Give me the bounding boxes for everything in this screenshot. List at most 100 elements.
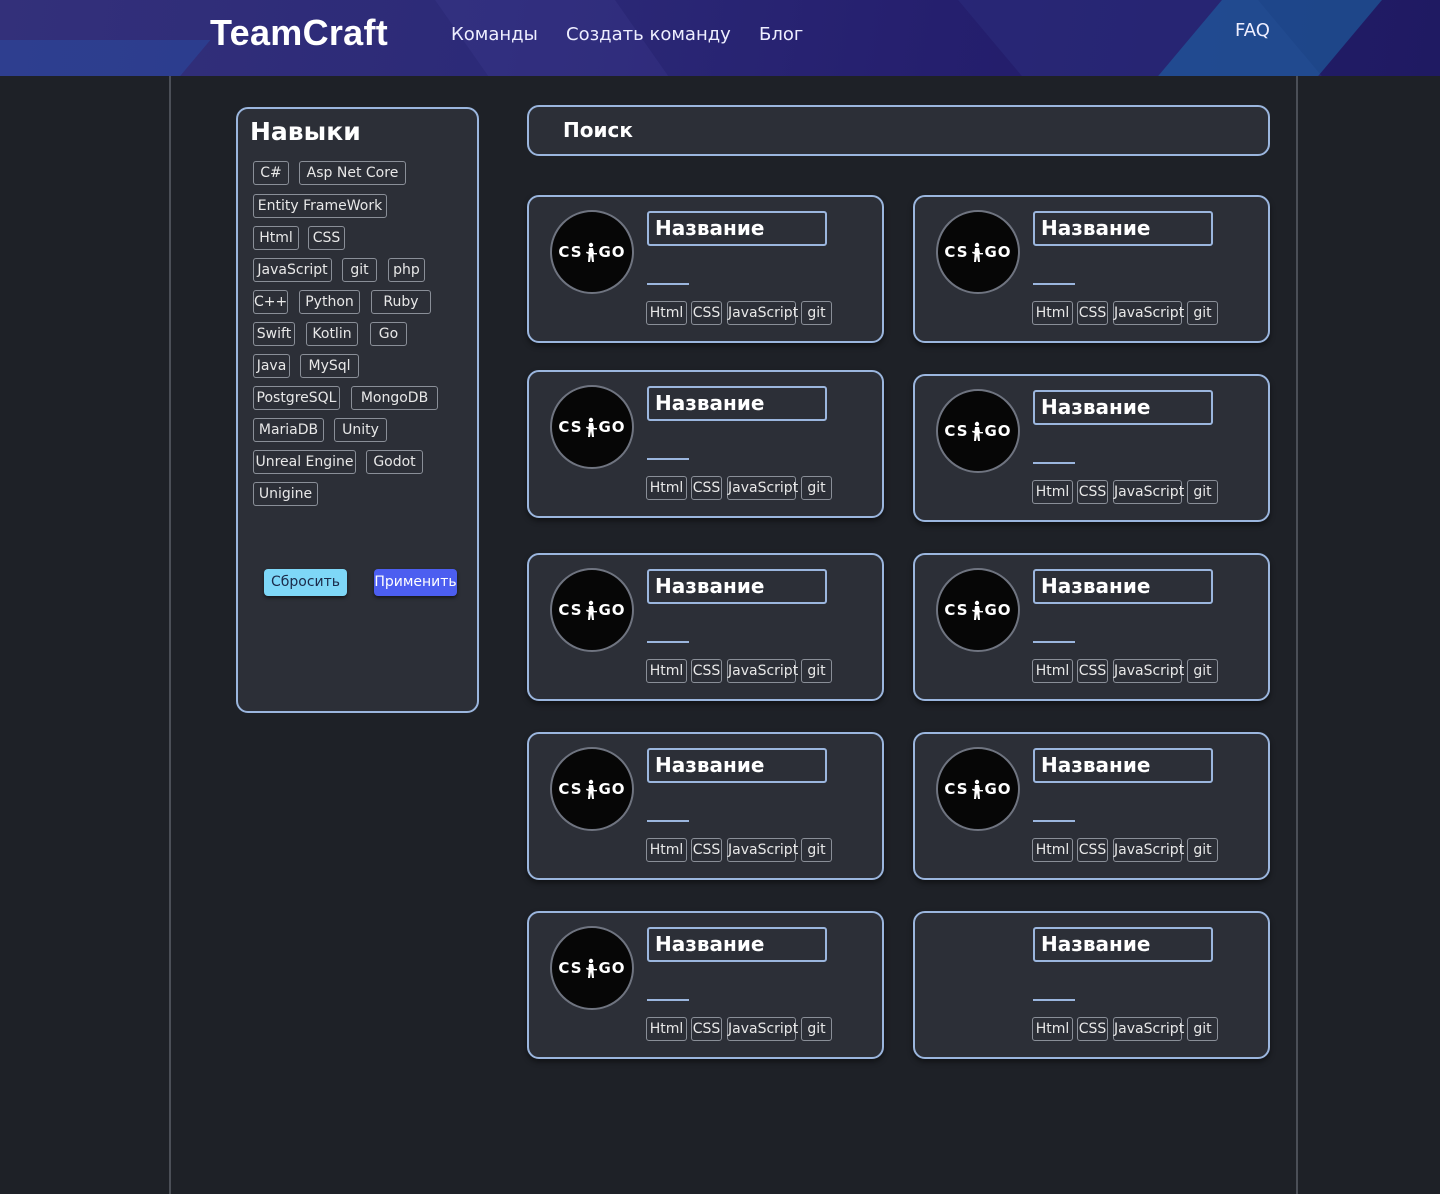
team-tag: git bbox=[801, 1017, 832, 1041]
skill-chip[interactable]: Godot bbox=[366, 450, 423, 474]
avatar-text-left: CS bbox=[558, 601, 583, 619]
nav-blog[interactable]: Блог bbox=[759, 24, 803, 45]
team-avatar: CS GO bbox=[936, 389, 1020, 473]
skill-chip[interactable]: php bbox=[388, 258, 425, 282]
team-tag: JavaScript bbox=[1113, 480, 1184, 504]
soldier-icon bbox=[583, 417, 599, 438]
avatar-text-left: CS bbox=[944, 422, 969, 440]
avatar-text-right: GO bbox=[598, 959, 626, 977]
team-tag: Html bbox=[646, 301, 687, 325]
divider bbox=[1033, 820, 1075, 822]
skill-chip[interactable]: Html bbox=[253, 226, 299, 250]
avatar-text-right: GO bbox=[598, 601, 626, 619]
apply-button[interactable]: Применить bbox=[374, 569, 457, 596]
team-tag: JavaScript bbox=[727, 1017, 798, 1041]
team-tag: JavaScript bbox=[727, 476, 798, 500]
team-tag: Html bbox=[1032, 659, 1073, 683]
skill-chip[interactable]: MariaDB bbox=[253, 418, 324, 442]
avatar-text-right: GO bbox=[598, 418, 626, 436]
team-tag: CSS bbox=[691, 838, 722, 862]
soldier-icon bbox=[969, 779, 985, 800]
avatar-text-right: GO bbox=[984, 601, 1012, 619]
skill-chip[interactable]: MongoDB bbox=[351, 386, 438, 410]
team-tag: Html bbox=[1032, 480, 1073, 504]
team-tag: git bbox=[1187, 838, 1218, 862]
team-name: Название bbox=[1033, 211, 1213, 246]
team-tag: Html bbox=[646, 838, 687, 862]
skill-chip[interactable]: JavaScript bbox=[253, 258, 332, 282]
soldier-icon bbox=[583, 600, 599, 621]
divider bbox=[647, 458, 689, 460]
nav-teams[interactable]: Команды bbox=[451, 24, 538, 45]
site-logo[interactable]: TeamCraft bbox=[210, 12, 388, 54]
team-card[interactable]: Название Html CSS JavaScript git bbox=[913, 911, 1270, 1059]
content-border-left bbox=[169, 76, 171, 1194]
avatar-text-right: GO bbox=[984, 243, 1012, 261]
skill-chip[interactable]: Entity FrameWork bbox=[253, 194, 387, 218]
skill-chip[interactable]: C++ bbox=[253, 290, 288, 314]
team-tag: JavaScript bbox=[727, 301, 798, 325]
divider bbox=[1033, 283, 1075, 285]
team-tag: git bbox=[801, 301, 832, 325]
team-card[interactable]: CS GO Название Html CSS JavaScript git bbox=[913, 553, 1270, 701]
team-tag: Html bbox=[646, 659, 687, 683]
team-tag: CSS bbox=[691, 301, 722, 325]
team-card[interactable]: CS GO Название Html CSS JavaScript git bbox=[527, 195, 884, 343]
team-tag: CSS bbox=[1077, 838, 1108, 862]
team-card[interactable]: CS GO Название Html CSS JavaScript git bbox=[527, 553, 884, 701]
team-tag: git bbox=[801, 838, 832, 862]
skill-chip[interactable]: CSS bbox=[308, 226, 345, 250]
divider bbox=[647, 820, 689, 822]
avatar-text-left: CS bbox=[558, 243, 583, 261]
team-tag: CSS bbox=[691, 1017, 722, 1041]
search-input[interactable]: Поиск bbox=[527, 105, 1270, 156]
avatar-text-left: CS bbox=[558, 418, 583, 436]
team-tag: CSS bbox=[1077, 301, 1108, 325]
skills-title: Навыки bbox=[250, 117, 361, 146]
skill-chip[interactable]: Unity bbox=[334, 418, 387, 442]
team-avatar: CS GO bbox=[550, 926, 634, 1010]
skill-chip[interactable]: Go bbox=[370, 322, 407, 346]
nav-faq[interactable]: FAQ bbox=[1235, 20, 1270, 41]
skill-chip[interactable]: Unreal Engine bbox=[253, 450, 356, 474]
skill-chip[interactable]: Unigine bbox=[253, 482, 318, 506]
team-tag: git bbox=[1187, 659, 1218, 683]
team-tag: Html bbox=[1032, 301, 1073, 325]
team-name: Название bbox=[1033, 569, 1213, 604]
team-tag: JavaScript bbox=[1113, 1017, 1184, 1041]
content-border-right bbox=[1296, 76, 1298, 1194]
skill-chip[interactable]: git bbox=[342, 258, 377, 282]
team-tag: Html bbox=[1032, 1017, 1073, 1041]
team-avatar: CS GO bbox=[550, 747, 634, 831]
skill-chip[interactable]: MySql bbox=[300, 354, 359, 378]
team-tag: JavaScript bbox=[1113, 301, 1184, 325]
skill-chip[interactable]: Java bbox=[253, 354, 290, 378]
team-card[interactable]: CS GO Название Html CSS JavaScript git bbox=[527, 911, 884, 1059]
team-card[interactable]: CS GO Название Html CSS JavaScript git bbox=[913, 374, 1270, 522]
nav-create-team[interactable]: Создать команду bbox=[566, 24, 731, 45]
skill-chip[interactable]: Python bbox=[299, 290, 360, 314]
team-name: Название bbox=[1033, 927, 1213, 962]
skill-chip[interactable]: Swift bbox=[253, 322, 295, 346]
team-card[interactable]: CS GO Название Html CSS JavaScript git bbox=[913, 732, 1270, 880]
reset-button[interactable]: Сбросить bbox=[264, 569, 347, 596]
team-tag: CSS bbox=[691, 659, 722, 683]
team-card[interactable]: CS GO Название Html CSS JavaScript git bbox=[527, 732, 884, 880]
skill-chip[interactable]: Asp Net Core bbox=[299, 161, 406, 185]
team-tag: git bbox=[1187, 1017, 1218, 1041]
top-navbar: TeamCraft Команды Создать команду Блог F… bbox=[0, 0, 1440, 76]
soldier-icon bbox=[969, 421, 985, 442]
skill-chip[interactable]: Kotlin bbox=[306, 322, 358, 346]
skills-filter-panel: Навыки C# Asp Net Core Entity FrameWork Htm… bbox=[236, 107, 479, 713]
skill-chip[interactable]: PostgreSQL bbox=[253, 386, 340, 410]
skill-chip[interactable]: Ruby bbox=[371, 290, 431, 314]
skill-chip[interactable]: C# bbox=[253, 161, 289, 185]
team-card[interactable]: CS GO Название Html CSS JavaScript git bbox=[913, 195, 1270, 343]
team-tag: git bbox=[1187, 301, 1218, 325]
team-card[interactable]: CS GO Название Html CSS JavaScript git bbox=[527, 370, 884, 518]
team-tag: JavaScript bbox=[1113, 838, 1184, 862]
soldier-icon bbox=[969, 600, 985, 621]
avatar-text-left: CS bbox=[944, 601, 969, 619]
team-tag: git bbox=[801, 659, 832, 683]
team-name: Название bbox=[647, 386, 827, 421]
